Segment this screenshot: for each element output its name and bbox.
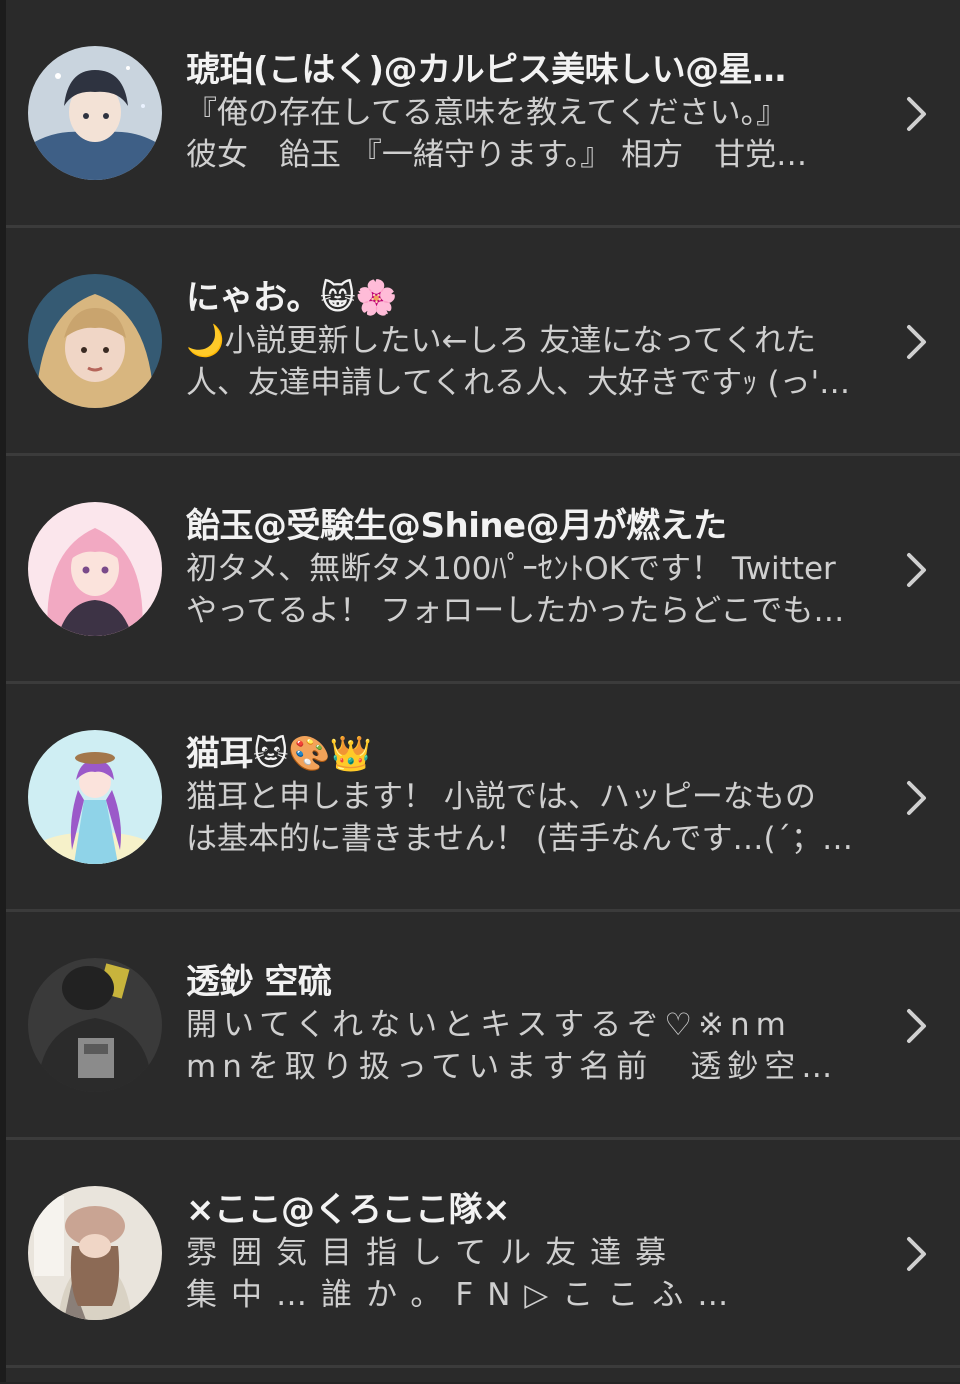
chevron-right-icon[interactable] [904,550,930,590]
description-line: 🌙小説更新したい←しろ 友達になってくれた [186,323,816,359]
description-line: 猫耳と申します！ 小説では、ハッピーなもの [186,779,816,815]
user-name: 透鈔 空硫 [186,962,332,1002]
avatar [28,502,162,636]
user-description: 『俺の存在してる意味を教えてください。』 彼女 飴玉 『一緒守ります。』 相方 … [186,92,866,176]
list-item[interactable]: ×ここ@くろここ隊× 雰囲気目指してル友達募 集中…誰か。FN▷ここふ… [6,1140,960,1368]
chevron-right-icon[interactable] [904,322,930,362]
list-item[interactable]: 透鈔 空硫 開いてくれないとキスするぞ♡※nm mnを取り扱っています名前 透鈔… [6,912,960,1140]
user-list: 琥珀(こはく)@カルピス美味しい@星… 『俺の存在してる意味を教えてください。』… [0,0,960,1382]
description-line: 『俺の存在してる意味を教えてください。』 [186,95,788,131]
user-name: 飴玉@受験生@Shine@月が燃えた [186,506,727,546]
user-description: 初タメ、無断タメ100ﾊﾟｰｾﾝﾄOKです！ Twitter やってるよ！ フォ… [186,548,866,632]
list-item[interactable]: 猫耳🐱🎨👑 猫耳と申します！ 小説では、ハッピーなもの は基本的に書きません！ … [6,684,960,912]
avatar [28,274,162,408]
user-description: 雰囲気目指してル友達募 集中…誰か。FN▷ここふ… [186,1232,866,1316]
chevron-right-icon[interactable] [904,1006,930,1046]
user-name: 猫耳🐱🎨👑 [186,734,372,774]
list-item[interactable]: にゃお。😸🌸 🌙小説更新したい←しろ 友達になってくれた 人、友達申請してくれる… [6,228,960,456]
chevron-right-icon[interactable] [904,94,930,134]
avatar [28,730,162,864]
description-line: は基本的に書きません！ (苦手なんです…(´；… [186,821,854,857]
description-line: やってるよ！ フォローしたかったらどこでも… [186,593,845,629]
chevron-right-icon[interactable] [904,778,930,818]
user-description: 🌙小説更新したい←しろ 友達になってくれた 人、友達申請してくれる人、大好きです… [186,320,866,404]
description-line: 初タメ、無断タメ100ﾊﾟｰｾﾝﾄOKです！ Twitter [186,551,836,587]
user-name: にゃお。😸🌸 [186,278,397,318]
avatar [28,1186,162,1320]
description-line: 集中…誰か。FN▷ここふ… [186,1277,743,1313]
description-line: 人、友達申請してくれる人、大好きですｯ (っ'… [186,365,851,401]
list-item[interactable]: 飴玉@受験生@Shine@月が燃えた 初タメ、無断タメ100ﾊﾟｰｾﾝﾄOKです… [6,456,960,684]
avatar [28,958,162,1092]
user-description: 猫耳と申します！ 小説では、ハッピーなもの は基本的に書きません！ (苦手なんで… [186,776,866,860]
user-name: ×ここ@くろここ隊× [186,1190,510,1230]
description-line: 雰囲気目指してル友達募 [186,1235,681,1271]
user-name: 琥珀(こはく)@カルピス美味しい@星… [186,50,786,90]
chevron-right-icon[interactable] [904,1234,930,1274]
user-description: 開いてくれないとキスするぞ♡※nm mnを取り扱っています名前 透鈔空… [186,1004,866,1088]
list-item[interactable]: 琥珀(こはく)@カルピス美味しい@星… 『俺の存在してる意味を教えてください。』… [6,0,960,228]
description-line: 彼女 飴玉 『一緒守ります。』 相方 甘党… [186,137,808,173]
description-line: 開いてくれないとキスするぞ♡※nm [186,1007,792,1043]
description-line: mnを取り扱っています名前 透鈔空… [186,1049,839,1085]
avatar [28,46,162,180]
